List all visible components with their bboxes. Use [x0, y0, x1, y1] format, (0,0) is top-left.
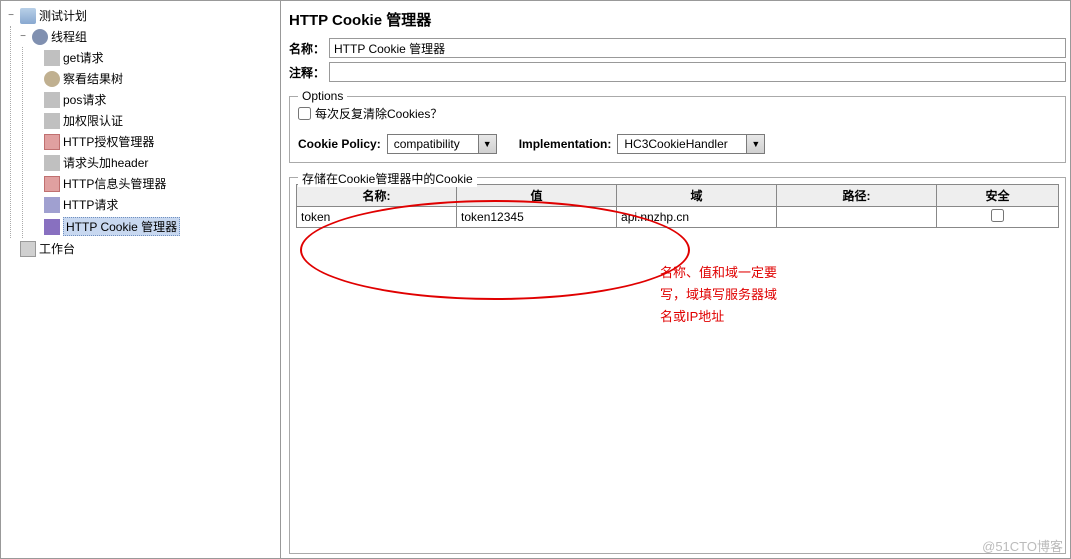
- cell-domain[interactable]: api.nnzhp.cn: [617, 207, 777, 228]
- tree-item-post[interactable]: pos请求: [29, 89, 280, 110]
- impl-label: Implementation:: [519, 137, 612, 151]
- cell-secure[interactable]: [937, 207, 1059, 228]
- sampler-icon: [44, 155, 60, 171]
- sampler-icon: [44, 50, 60, 66]
- tree-label: pos请求: [63, 91, 106, 108]
- policy-label: Cookie Policy:: [298, 137, 381, 151]
- chevron-down-icon[interactable]: ▼: [479, 134, 497, 154]
- tree-label: 请求头加header: [63, 154, 148, 171]
- page-title: HTTP Cookie 管理器: [289, 5, 1066, 38]
- chevron-down-icon[interactable]: ▼: [747, 134, 765, 154]
- options-legend: Options: [298, 89, 347, 103]
- config-icon: [44, 134, 60, 150]
- tree-item-get[interactable]: get请求: [29, 47, 280, 68]
- workbench-icon: [20, 241, 36, 257]
- clear-cookies-label: 每次反复清除Cookies？: [315, 105, 442, 122]
- cookie-icon: [44, 219, 60, 235]
- tree-item-httpreq[interactable]: HTTP请求: [29, 194, 280, 215]
- tree-panel: − 测试计划 − 线程组 get请求 察看结果树 pos请求 加权限认证 HTT…: [1, 1, 281, 558]
- tree-workbench[interactable]: 工作台: [5, 238, 280, 259]
- col-secure[interactable]: 安全: [937, 185, 1059, 207]
- tree-label: HTTP信息头管理器: [63, 175, 166, 192]
- tree-item-cookiemgr[interactable]: HTTP Cookie 管理器: [29, 215, 280, 238]
- col-name[interactable]: 名称:: [297, 185, 457, 207]
- http-icon: [44, 197, 60, 213]
- policy-select-value[interactable]: compatibility: [387, 134, 479, 154]
- sampler-icon: [44, 92, 60, 108]
- tree-label: HTTP Cookie 管理器: [63, 217, 180, 236]
- results-icon: [44, 71, 60, 87]
- col-value[interactable]: 值: [457, 185, 617, 207]
- config-icon: [44, 176, 60, 192]
- cookies-group: 存储在Cookie管理器中的Cookie 名称: 值 域 路径: 安全 toke…: [289, 177, 1066, 554]
- tree-item-headermgr[interactable]: HTTP信息头管理器: [29, 173, 280, 194]
- tree-root[interactable]: − 测试计划: [5, 5, 280, 26]
- secure-checkbox[interactable]: [991, 209, 1004, 222]
- name-input[interactable]: [329, 38, 1066, 58]
- tree-label: HTTP授权管理器: [63, 133, 154, 150]
- tree-label: 测试计划: [39, 7, 87, 24]
- table-row[interactable]: token token12345 api.nnzhp.cn: [297, 207, 1059, 228]
- tree-label: 工作台: [39, 240, 75, 257]
- tree-label: get请求: [63, 49, 104, 66]
- tree-label: 加权限认证: [63, 112, 123, 129]
- name-label: 名称：: [289, 40, 329, 57]
- options-group: Options 每次反复清除Cookies？ Cookie Policy: co…: [289, 96, 1066, 163]
- impl-select-value[interactable]: HC3CookieHandler: [617, 134, 747, 154]
- tree-item-results[interactable]: 察看结果树: [29, 68, 280, 89]
- tree-item-authmgr[interactable]: HTTP授权管理器: [29, 131, 280, 152]
- cell-path[interactable]: [777, 207, 937, 228]
- cell-value[interactable]: token12345: [457, 207, 617, 228]
- toggle-icon[interactable]: −: [17, 31, 29, 42]
- watermark: @51CTO博客: [982, 536, 1063, 555]
- col-path[interactable]: 路径:: [777, 185, 937, 207]
- testplan-icon: [20, 8, 36, 24]
- comment-input[interactable]: [329, 62, 1066, 82]
- col-domain[interactable]: 域: [617, 185, 777, 207]
- comment-label: 注释：: [289, 64, 329, 81]
- cell-name[interactable]: token: [297, 207, 457, 228]
- tree-label: 察看结果树: [63, 70, 123, 87]
- clear-cookies-checkbox[interactable]: [298, 107, 311, 120]
- cookies-table[interactable]: 名称: 值 域 路径: 安全 token token12345 api.nnzh…: [296, 184, 1059, 228]
- tree-threadgroup[interactable]: − 线程组: [17, 26, 280, 47]
- tree-item-header[interactable]: 请求头加header: [29, 152, 280, 173]
- sampler-icon: [44, 113, 60, 129]
- cookies-legend: 存储在Cookie管理器中的Cookie: [298, 170, 477, 187]
- tree-label: 线程组: [51, 28, 87, 45]
- toggle-icon[interactable]: −: [5, 10, 17, 21]
- main-panel: HTTP Cookie 管理器 名称： 注释： Options 每次反复清除Co…: [281, 1, 1070, 558]
- tree-label: HTTP请求: [63, 196, 118, 213]
- gear-icon: [32, 29, 48, 45]
- tree-item-auth[interactable]: 加权限认证: [29, 110, 280, 131]
